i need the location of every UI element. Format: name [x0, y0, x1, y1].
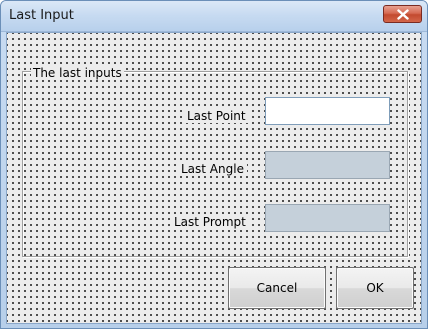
last-point-label: Last Point — [184, 109, 249, 123]
close-button[interactable] — [383, 5, 422, 23]
window-title: Last Input — [9, 8, 74, 23]
last-angle-input[interactable] — [265, 151, 390, 179]
dialog-window: Last Input The last inputs Last Point La… — [0, 0, 428, 329]
last-angle-label: Last Angle — [178, 162, 247, 176]
cancel-button[interactable]: Cancel — [228, 267, 326, 309]
last-prompt-label: Last Prompt — [171, 215, 249, 229]
title-bar[interactable]: Last Input — [1, 1, 427, 32]
close-icon — [396, 8, 409, 20]
last-prompt-input[interactable] — [265, 204, 390, 232]
groupbox-label: The last inputs — [31, 66, 124, 80]
last-point-input[interactable] — [265, 97, 390, 125]
dialog-client-area: The last inputs Last Point Last Angle La… — [6, 32, 422, 324]
ok-button[interactable]: OK — [336, 267, 414, 309]
